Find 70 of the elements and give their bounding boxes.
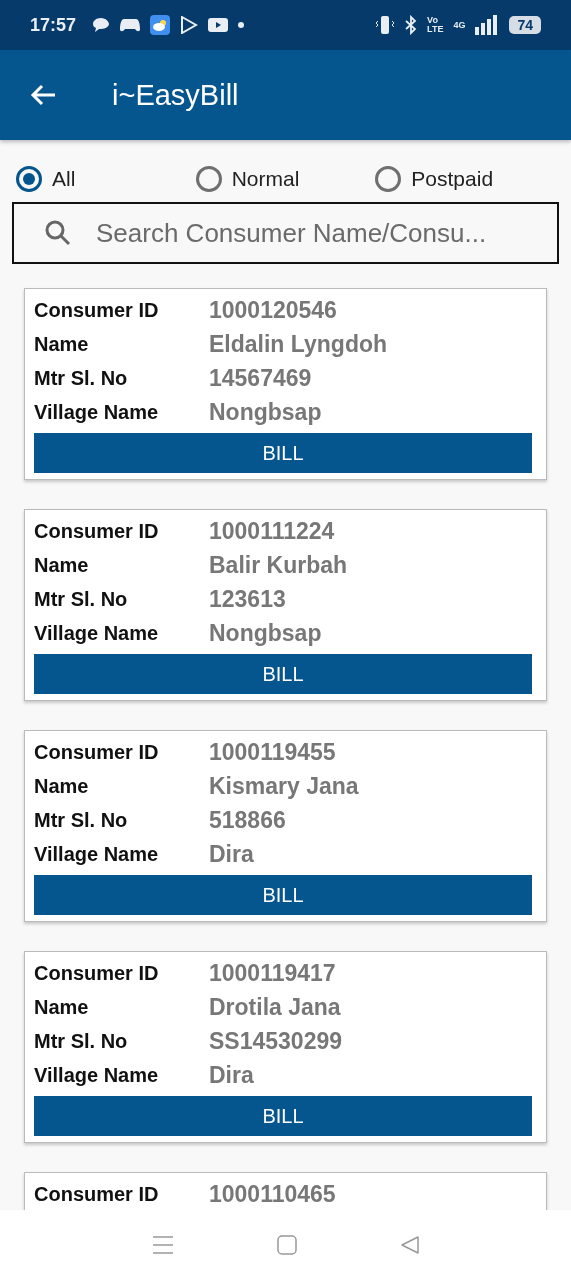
field-label: Village Name (34, 400, 160, 424)
field-label: Village Name (34, 842, 160, 866)
field-value: Dira (209, 840, 254, 868)
radio-button[interactable] (375, 166, 402, 192)
consumer-card[interactable]: Consumer ID 1000119455 Name Kismary Jana Mtr Sl. No 518866 Village Name Dira BILL (24, 730, 547, 922)
radio-label[interactable]: Normal (231, 167, 300, 191)
volte-label: Vo (427, 16, 439, 25)
search-icon (44, 219, 72, 247)
bill-button[interactable]: BILL (34, 433, 532, 473)
back-triangle-icon[interactable] (399, 1235, 420, 1255)
field-label: Mtr Sl. No (34, 1029, 129, 1053)
consumer-card[interactable]: Consumer ID 1000120546 Name Eldalin Lyngdoh Mtr Sl. No 14567469 Village Name Nongbsap BILL (24, 288, 547, 480)
field-label: Consumer ID (34, 519, 160, 543)
consumer-card[interactable]: Consumer ID 1000110465 (24, 1172, 547, 1210)
field-value: Drotila Jana (209, 993, 341, 1021)
radio-label[interactable]: All (52, 167, 76, 191)
field-value: Kismary Jana (209, 772, 359, 800)
bluetooth-icon (405, 15, 418, 35)
field-label: Name (34, 995, 90, 1019)
play-store-icon (180, 16, 199, 34)
field-value: Dira (209, 1061, 254, 1089)
field-value: Eldalin Lyngdoh (209, 330, 388, 358)
field-label: Consumer ID (34, 740, 160, 764)
field-value: 518866 (209, 806, 286, 834)
field-label: Consumer ID (34, 1182, 160, 1206)
field-value: Balir Kurbah (209, 551, 348, 579)
volte-label: LTE (427, 25, 444, 34)
field-label: Consumer ID (34, 298, 160, 322)
video-icon (208, 18, 229, 32)
field-value: Nongbsap (209, 619, 322, 647)
bill-button[interactable]: BILL (34, 1096, 532, 1136)
consumer-card[interactable]: Consumer ID 1000111224 Name Balir Kurbah Mtr Sl. No 123613 Village Name Nongbsap BILL (24, 509, 547, 701)
field-label: Name (34, 774, 90, 798)
status-time: 17:57 (30, 14, 77, 36)
field-label: Mtr Sl. No (34, 587, 129, 611)
field-label: Mtr Sl. No (34, 808, 129, 832)
field-label: Village Name (34, 621, 160, 645)
radio-label[interactable]: Postpaid (411, 167, 494, 191)
consumer-card[interactable]: Consumer ID 1000119417 Name Drotila Jana Mtr Sl. No SS14530299 Village Name Dira BILL (24, 951, 547, 1143)
back-arrow-icon[interactable] (30, 84, 56, 106)
battery-level: 74 (509, 16, 541, 34)
field-value: 1000120546 (209, 296, 337, 324)
bill-button[interactable]: BILL (34, 654, 532, 694)
bill-button[interactable]: BILL (34, 875, 532, 915)
weather-icon (150, 15, 171, 35)
signal-icon (475, 15, 500, 35)
app-title: i~EasyBill (112, 78, 239, 112)
field-label: Name (34, 553, 90, 577)
field-value: 14567469 (209, 364, 312, 392)
field-label: Consumer ID (34, 961, 160, 985)
search-field[interactable]: Search Consumer Name/Consu... (12, 202, 559, 264)
field-value: 1000110465 (209, 1180, 336, 1208)
field-label: Village Name (34, 1063, 160, 1087)
network-label: 4G (453, 20, 466, 30)
field-value: SS14530299 (209, 1027, 342, 1055)
chat-icon (92, 17, 111, 33)
field-value: 123613 (209, 585, 286, 613)
field-value: 1000119417 (209, 959, 336, 987)
vibrate-icon (375, 15, 396, 35)
radio-button[interactable] (16, 166, 42, 192)
field-value: 1000111224 (209, 517, 335, 545)
field-value: Nongbsap (209, 398, 322, 426)
search-input[interactable]: Search Consumer Name/Consu... (94, 216, 538, 250)
field-label: Mtr Sl. No (34, 366, 129, 390)
field-label: Name (34, 332, 90, 356)
radio-button[interactable] (195, 166, 222, 192)
field-value: 1000119455 (209, 738, 336, 766)
dot-icon (238, 22, 245, 28)
gamepad-icon (120, 17, 141, 33)
home-square-icon[interactable] (276, 1235, 297, 1255)
